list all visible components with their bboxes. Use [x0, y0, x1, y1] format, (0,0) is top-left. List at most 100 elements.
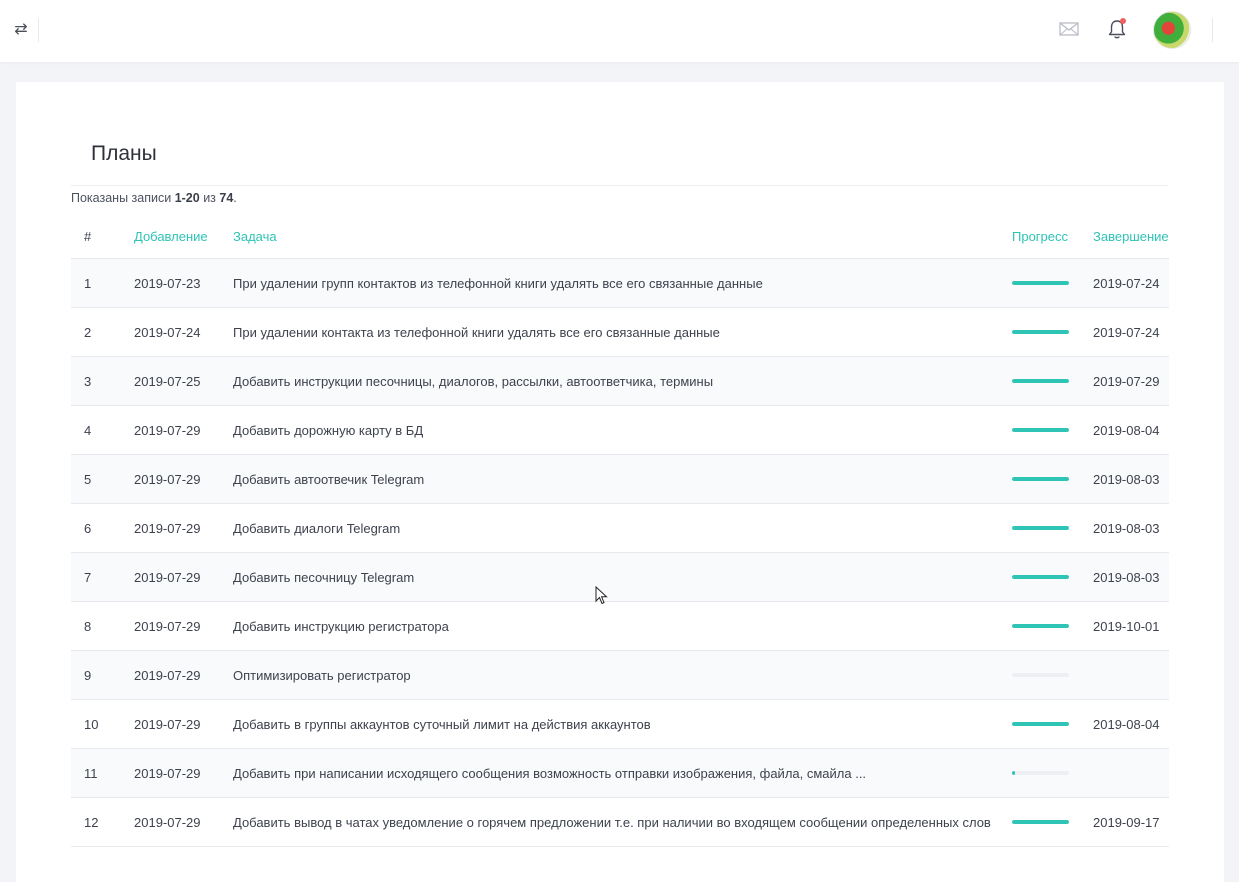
row-num: 12 — [71, 797, 134, 847]
row-num: 5 — [71, 454, 134, 504]
progress-bar — [1012, 330, 1069, 334]
sort-link-completed[interactable]: Завершение — [1093, 229, 1169, 244]
row-progress — [1012, 699, 1093, 749]
progress-bar-fill — [1012, 771, 1015, 775]
row-progress — [1012, 552, 1093, 602]
row-progress — [1012, 454, 1093, 504]
row-completed-date: 2019-07-29 — [1093, 356, 1169, 406]
row-task: Добавить вывод в чатах уведомление о гор… — [233, 797, 1012, 847]
progress-bar — [1012, 722, 1069, 726]
navbar-divider — [1212, 18, 1213, 42]
progress-bar-fill — [1012, 281, 1069, 285]
row-progress — [1012, 405, 1093, 455]
row-num: 2 — [71, 307, 134, 357]
table-row: 5 2019-07-29 Добавить автоотвечик Telegram… — [71, 454, 1169, 504]
row-task: Добавить инструкцию регистратора — [233, 601, 1012, 651]
row-added-date: 2019-07-29 — [134, 552, 233, 602]
progress-bar — [1012, 428, 1069, 432]
row-progress — [1012, 797, 1093, 847]
sort-link-task[interactable]: Задача — [233, 229, 277, 244]
column-header-added[interactable]: Добавление — [134, 215, 233, 259]
row-completed-date: 2019-08-04 — [1093, 699, 1169, 749]
summary-total: 74 — [219, 191, 234, 205]
progress-bar — [1012, 820, 1069, 824]
row-added-date: 2019-07-24 — [134, 307, 233, 357]
row-num: 7 — [71, 552, 134, 602]
table-row: 12 2019-07-29 Добавить вывод в чатах уведо… — [71, 797, 1169, 847]
row-task: При удалении групп контактов из телефонн… — [233, 258, 1012, 308]
column-header-num: # — [71, 215, 134, 259]
row-progress — [1012, 748, 1093, 798]
row-completed-date: 2019-09-17 — [1093, 797, 1169, 847]
plans-table-body: 1 2019-07-23 При удалении групп контактов … — [71, 258, 1169, 847]
row-added-date: 2019-07-29 — [134, 748, 233, 798]
mail-icon[interactable] — [1058, 19, 1080, 39]
bell-icon[interactable] — [1106, 17, 1128, 41]
row-task: Добавить инструкции песочницы, диалогов,… — [233, 356, 1012, 406]
row-completed-date: 2019-08-03 — [1093, 454, 1169, 504]
table-row: 8 2019-07-29 Добавить инструкцию регистрат… — [71, 601, 1169, 651]
progress-bar-fill — [1012, 379, 1069, 383]
progress-bar — [1012, 379, 1069, 383]
table-row: 7 2019-07-29 Добавить песочницу Telegram 20… — [71, 552, 1169, 602]
progress-bar — [1012, 477, 1069, 481]
row-added-date: 2019-07-29 — [134, 699, 233, 749]
row-completed-date: 2019-10-01 — [1093, 601, 1169, 651]
table-row: 9 2019-07-29 Оптимизировать регистратор — [71, 650, 1169, 700]
row-progress — [1012, 356, 1093, 406]
column-header-progress[interactable]: Прогресс — [1012, 215, 1093, 259]
column-header-task[interactable]: Задача — [233, 215, 1012, 259]
summary-prefix: Показаны записи — [71, 191, 175, 205]
progress-bar-fill — [1012, 477, 1069, 481]
row-num: 6 — [71, 503, 134, 553]
swap-icon[interactable]: ⇄ — [10, 19, 32, 41]
table-row: 4 2019-07-29 Добавить дорожную карту в БД 2… — [71, 405, 1169, 455]
row-num: 4 — [71, 405, 134, 455]
row-completed-date: 2019-08-03 — [1093, 503, 1169, 553]
navbar-divider — [38, 18, 39, 42]
table-row: 2 2019-07-24 При удалении контакта из теле… — [71, 307, 1169, 357]
records-summary: Показаны записи 1-20 из 74. — [71, 191, 237, 205]
row-completed-date: 2019-07-24 — [1093, 307, 1169, 357]
summary-suffix: . — [233, 191, 237, 205]
row-completed-date — [1093, 650, 1169, 700]
row-progress — [1012, 258, 1093, 308]
table-row: 11 2019-07-29 Добавить при написании исход… — [71, 748, 1169, 798]
table-row: 10 2019-07-29 Добавить в группы аккаунтов … — [71, 699, 1169, 749]
progress-bar-fill — [1012, 575, 1069, 579]
row-num: 10 — [71, 699, 134, 749]
row-task: Оптимизировать регистратор — [233, 650, 1012, 700]
progress-bar-fill — [1012, 820, 1069, 824]
progress-bar-fill — [1012, 624, 1069, 628]
sort-link-progress[interactable]: Прогресс — [1012, 229, 1068, 244]
table-header-row: # Добавление Задача Прогресс Завершение — [71, 215, 1169, 259]
column-header-completed[interactable]: Завершение — [1093, 215, 1169, 259]
row-added-date: 2019-07-29 — [134, 405, 233, 455]
mouse-cursor-icon — [595, 585, 609, 606]
row-task: Добавить диалоги Telegram — [233, 503, 1012, 553]
sort-link-added[interactable]: Добавление — [134, 229, 208, 244]
progress-bar — [1012, 771, 1069, 775]
row-added-date: 2019-07-29 — [134, 650, 233, 700]
row-num: 3 — [71, 356, 134, 406]
progress-bar — [1012, 575, 1069, 579]
row-completed-date: 2019-08-04 — [1093, 405, 1169, 455]
row-num: 9 — [71, 650, 134, 700]
progress-bar — [1012, 526, 1069, 530]
notification-badge — [1120, 18, 1126, 24]
row-task: Добавить при написании исходящего сообще… — [233, 748, 1012, 798]
row-progress — [1012, 503, 1093, 553]
row-completed-date: 2019-08-03 — [1093, 552, 1169, 602]
row-task: Добавить песочницу Telegram — [233, 552, 1012, 602]
row-task: Добавить в группы аккаунтов суточный лим… — [233, 699, 1012, 749]
plans-table: # Добавление Задача Прогресс Завершение … — [71, 215, 1169, 847]
row-num: 8 — [71, 601, 134, 651]
row-added-date: 2019-07-29 — [134, 454, 233, 504]
row-num: 11 — [71, 748, 134, 798]
progress-bar-fill — [1012, 722, 1069, 726]
table-row: 1 2019-07-23 При удалении групп контактов … — [71, 258, 1169, 308]
user-avatar[interactable] — [1153, 11, 1191, 49]
row-added-date: 2019-07-29 — [134, 797, 233, 847]
progress-bar — [1012, 673, 1069, 677]
row-progress — [1012, 601, 1093, 651]
